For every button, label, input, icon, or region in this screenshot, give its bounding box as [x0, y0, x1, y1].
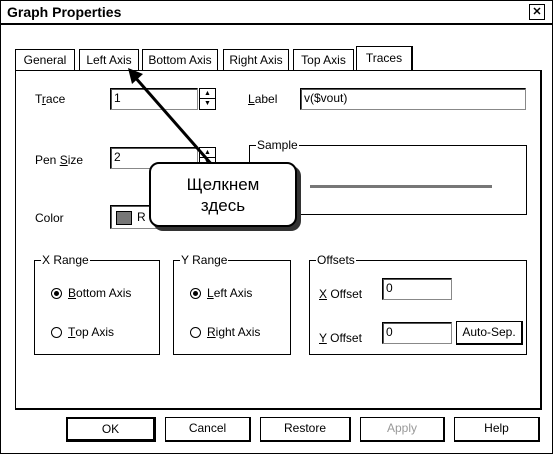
- annotation-callout: Щелкнем здесь: [149, 162, 297, 227]
- callout-line-1: Щелкнем: [186, 175, 260, 194]
- arrow-shaft: [132, 75, 215, 167]
- annotation-arrow: [128, 68, 215, 167]
- callout-line-2: здесь: [200, 196, 246, 215]
